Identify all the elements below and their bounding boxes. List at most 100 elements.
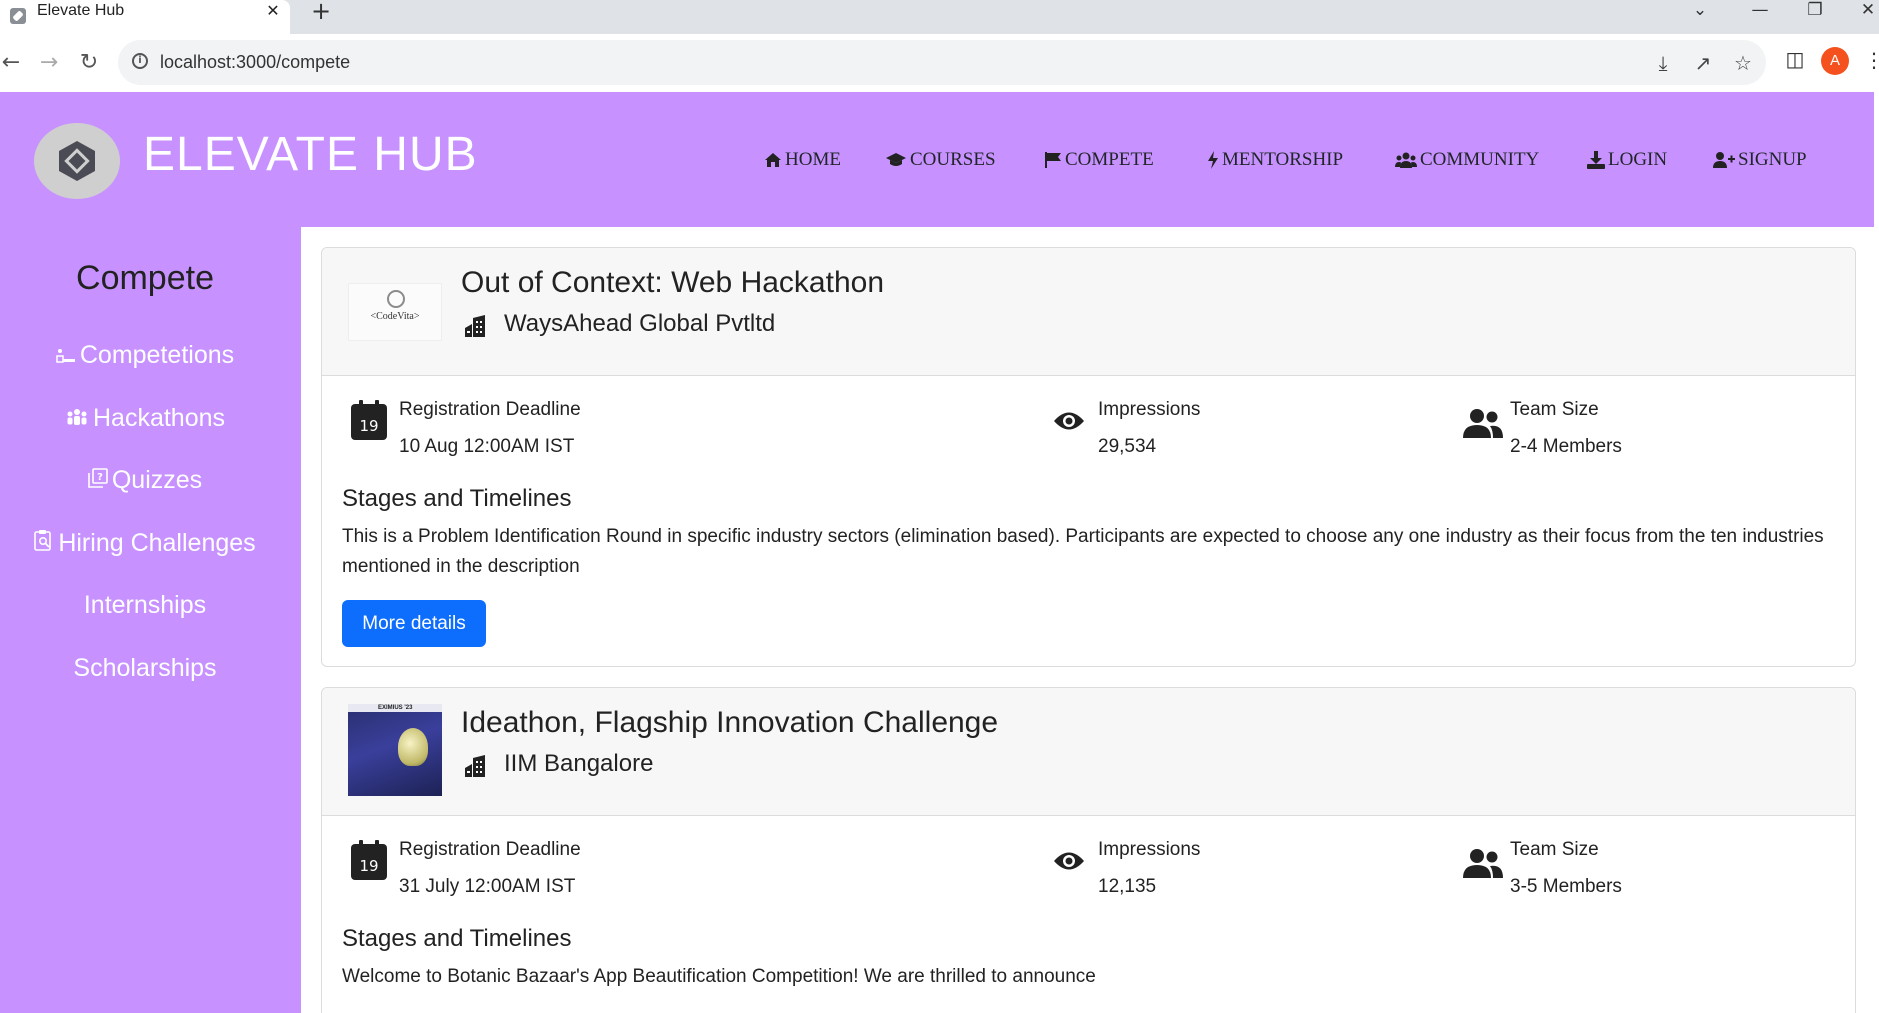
close-tab-icon[interactable]: ✕ xyxy=(262,0,284,22)
site-info-icon[interactable]: i xyxy=(132,53,148,69)
deadline-value: 31 July 12:00AM IST xyxy=(399,876,576,897)
download-icon xyxy=(1587,151,1605,169)
card-header: EXIMIUS '23 Ideathon, Flagship Innovatio… xyxy=(322,688,1855,816)
users-icon xyxy=(1395,152,1417,168)
people-group-icon xyxy=(67,409,87,425)
side-panel-icon[interactable]: ◫ xyxy=(1783,47,1807,71)
deadline-value: 10 Aug 12:00AM IST xyxy=(399,436,575,457)
eye-icon xyxy=(1054,412,1084,430)
competition-thumbnail: <CodeVita> xyxy=(348,283,442,341)
sidebar-item-hiring-challenges[interactable]: Hiring Challenges xyxy=(0,527,290,559)
deadline-label: Registration Deadline xyxy=(399,399,581,420)
app-root: ELEVATE HUB HOME COURSES COMPETE MENTORS… xyxy=(0,92,1879,1013)
building-icon xyxy=(465,315,485,337)
competition-description: Welcome to Botanic Bazaar's App Beautifi… xyxy=(342,966,1096,987)
nav-courses-label: COURSES xyxy=(910,149,996,170)
thumbnail-text: EXIMIUS '23 xyxy=(378,705,413,711)
nav-community-label: COMMUNITY xyxy=(1420,149,1540,170)
deadline-block: Registration Deadline 10 Aug 12:00AM IST xyxy=(399,398,581,459)
back-arrow-icon[interactable]: ← xyxy=(0,48,26,78)
calendar-icon: 19 xyxy=(351,400,387,440)
address-url[interactable]: localhost:3000/compete xyxy=(160,40,350,85)
stages-heading: Stages and Timelines xyxy=(342,925,572,952)
sidebar-item-label: Competetions xyxy=(79,341,235,369)
address-bar[interactable]: i localhost:3000/compete ⤓ ↗ ☆ xyxy=(118,40,1766,85)
nav-home[interactable]: HOME xyxy=(764,148,841,172)
nav-community[interactable]: COMMUNITY xyxy=(1395,148,1539,172)
card-header: <CodeVita> Out of Context: Web Hackathon… xyxy=(322,248,1855,376)
impressions-value: 29,534 xyxy=(1098,436,1157,457)
sidebar-item-quizzes[interactable]: ? Quizzes xyxy=(0,464,290,496)
reload-icon[interactable]: ↻ xyxy=(74,48,104,78)
forward-arrow-icon[interactable]: → xyxy=(34,48,64,78)
deadline-label: Registration Deadline xyxy=(399,839,581,860)
competition-card: EXIMIUS '23 Ideathon, Flagship Innovatio… xyxy=(321,687,1856,1013)
team-size-value: 3-5 Members xyxy=(1510,876,1622,897)
graduation-cap-icon xyxy=(886,153,906,166)
nav-login-label: LOGIN xyxy=(1608,149,1668,170)
organization-name: IIM Bangalore xyxy=(504,750,654,777)
brand-title[interactable]: ELEVATE HUB xyxy=(143,125,478,185)
install-app-icon[interactable]: ⤓ xyxy=(1651,51,1675,75)
browser-toolbar: ← → ↻ i localhost:3000/compete ⤓ ↗ ☆ ◫ A… xyxy=(0,34,1879,93)
compete-content: <CodeVita> Out of Context: Web Hackathon… xyxy=(301,227,1874,1013)
calendar-day: 19 xyxy=(359,417,378,435)
team-users-icon xyxy=(1463,849,1503,878)
profile-avatar[interactable]: A xyxy=(1821,47,1849,75)
podium-icon xyxy=(56,349,75,363)
new-tab-button[interactable]: + xyxy=(308,0,334,24)
nav-compete[interactable]: COMPETE xyxy=(1044,148,1154,172)
browser-tab[interactable]: Elevate Hub ✕ xyxy=(0,0,290,34)
impressions-block: Impressions 29,534 xyxy=(1098,398,1200,459)
team-users-icon xyxy=(1463,409,1503,438)
tab-title: Elevate Hub xyxy=(37,2,125,19)
share-icon[interactable]: ↗ xyxy=(1691,51,1715,75)
sidebar-item-competetions[interactable]: Competetions xyxy=(0,339,290,371)
team-size-block: Team Size 3-5 Members xyxy=(1510,838,1622,899)
svg-text:?: ? xyxy=(97,472,103,483)
nav-courses[interactable]: COURSES xyxy=(885,148,996,172)
sidebar-item-label: Quizzes xyxy=(111,466,203,494)
calendar-icon: 19 xyxy=(351,840,387,880)
sidebar-item-scholarships[interactable]: Scholarships xyxy=(0,652,290,684)
nav-mentorship[interactable]: MENTORSHIP xyxy=(1207,148,1343,172)
calendar-day: 19 xyxy=(359,857,378,875)
eye-icon xyxy=(1054,852,1084,870)
codevita-emblem-icon xyxy=(387,290,405,308)
nav-compete-label: COMPETE xyxy=(1065,149,1154,170)
restore-window-button[interactable]: ❐ xyxy=(1795,0,1835,22)
sidebar-item-hackathons[interactable]: Hackathons xyxy=(0,402,290,434)
nav-mentorship-label: MENTORSHIP xyxy=(1222,149,1344,170)
site-favicon-icon xyxy=(10,8,26,24)
sidebar-item-label: Internships xyxy=(83,591,207,619)
more-details-button[interactable]: More details xyxy=(342,600,486,647)
user-plus-icon xyxy=(1713,152,1735,168)
sidebar-item-internships[interactable]: Internships xyxy=(0,589,290,621)
bookmark-star-icon[interactable]: ☆ xyxy=(1731,51,1755,75)
team-size-value: 2-4 Members xyxy=(1510,436,1622,457)
impressions-block: Impressions 12,135 xyxy=(1098,838,1200,899)
flag-icon xyxy=(1045,152,1061,168)
competition-title[interactable]: Out of Context: Web Hackathon xyxy=(461,264,884,302)
team-size-block: Team Size 2-4 Members xyxy=(1510,398,1622,459)
browser-menu-icon[interactable]: ⋮ xyxy=(1864,48,1879,72)
stages-heading: Stages and Timelines xyxy=(342,485,572,512)
close-window-button[interactable]: ✕ xyxy=(1848,0,1879,22)
lightbulb-icon xyxy=(398,728,428,766)
team-size-label: Team Size xyxy=(1510,399,1599,420)
thumbnail-text: <CodeVita> xyxy=(370,311,420,322)
tab-search-chevron-icon[interactable]: ⌄ xyxy=(1680,0,1720,22)
deadline-block: Registration Deadline 31 July 12:00AM IS… xyxy=(399,838,581,899)
impressions-label: Impressions xyxy=(1098,399,1201,420)
sidebar-item-label: Scholarships xyxy=(73,654,217,682)
nav-login[interactable]: LOGIN xyxy=(1587,148,1667,172)
nav-signup[interactable]: SIGNUP xyxy=(1713,148,1807,172)
browser-tab-strip: Elevate Hub ✕ + ⌄ — ❐ ✕ xyxy=(0,0,1879,34)
competition-title[interactable]: Ideathon, Flagship Innovation Challenge xyxy=(461,704,998,742)
site-logo[interactable] xyxy=(34,123,120,199)
building-icon xyxy=(465,755,485,777)
minimize-window-button[interactable]: — xyxy=(1740,0,1780,22)
bolt-icon xyxy=(1208,151,1218,169)
team-size-label: Team Size xyxy=(1510,839,1599,860)
quiz-icon: ? xyxy=(88,468,108,488)
